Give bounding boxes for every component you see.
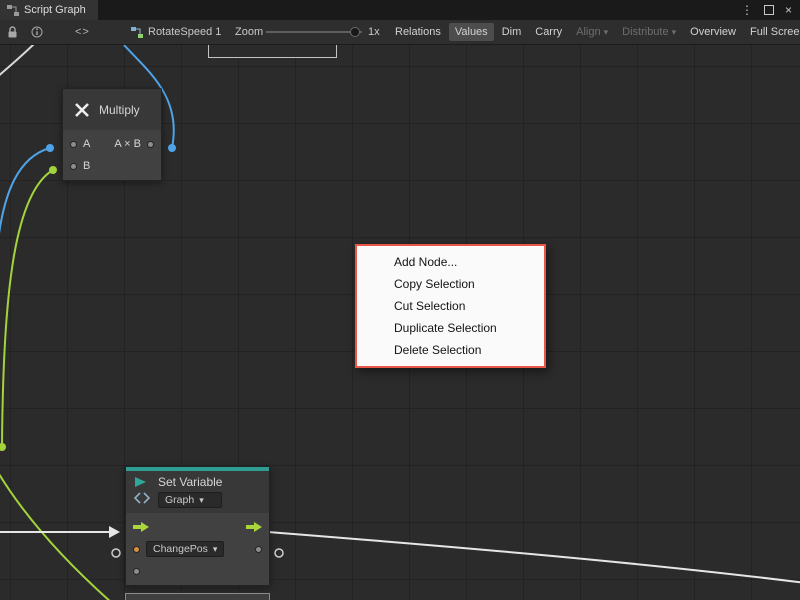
values-button[interactable]: Values: [449, 23, 494, 41]
info-icon[interactable]: [31, 26, 43, 38]
relations-button[interactable]: Relations: [389, 23, 447, 41]
multiply-node-body: A A × B B: [63, 130, 161, 180]
window-close-icon[interactable]: ×: [785, 3, 792, 17]
script-graph-window: Script Graph ⋮ × <>: [0, 0, 800, 600]
wire-white-flow-out[interactable]: [268, 532, 800, 583]
multiply-node-header[interactable]: Multiply: [63, 89, 161, 130]
multiply-icon: [72, 100, 92, 120]
zoom-slider-track[interactable]: [266, 31, 362, 33]
value-input-port[interactable]: [133, 568, 140, 575]
overview-button[interactable]: Overview: [684, 23, 742, 41]
zoom-label: Zoom: [235, 26, 263, 38]
window-controls: ⋮ ×: [741, 0, 800, 20]
carry-button[interactable]: Carry: [529, 23, 568, 41]
flow-port-row: [126, 516, 269, 538]
wire-endpoint-green[interactable]: [0, 443, 6, 451]
menu-item-delete-selection[interactable]: Delete Selection: [357, 339, 544, 361]
chevron-down-icon: ▾: [604, 27, 609, 38]
port-a-label: A: [83, 138, 90, 150]
wire-endpoint-green[interactable]: [49, 166, 57, 174]
graph-toolbar: <> RotateSpeed 1 Zoom 1x Relations Value…: [0, 20, 800, 45]
menu-item-copy-selection[interactable]: Copy Selection: [357, 273, 544, 295]
menu-item-cut-selection[interactable]: Cut Selection: [357, 295, 544, 317]
port-row-b: B: [63, 155, 161, 177]
set-variable-node[interactable]: Set Variable Graph ▾: [125, 466, 270, 586]
port-row-a: A A × B: [63, 133, 161, 155]
wire-endpoint-blue[interactable]: [168, 144, 176, 152]
variable-input-port[interactable]: [133, 546, 140, 553]
port-b-label: B: [83, 160, 90, 172]
multiply-node-title: Multiply: [99, 103, 140, 117]
chevron-down-icon: ▾: [199, 495, 204, 506]
graph-reference-label: RotateSpeed 1: [148, 26, 221, 38]
menu-item-duplicate-selection[interactable]: Duplicate Selection: [357, 317, 544, 339]
set-variable-header[interactable]: Set Variable Graph ▾: [126, 471, 269, 513]
context-menu: Add Node... Copy Selection Cut Selection…: [355, 244, 546, 368]
zoom-slider-knob[interactable]: [350, 27, 360, 37]
chevron-down-icon: ▾: [672, 27, 677, 38]
node-section-cutoff[interactable]: [125, 593, 270, 600]
toolbar-buttons: Relations Values Dim Carry Align ▾ Distr…: [389, 23, 800, 41]
graph-reference[interactable]: RotateSpeed 1: [131, 26, 221, 38]
lock-icon[interactable]: [7, 26, 18, 39]
port-ring-left[interactable]: [112, 549, 120, 557]
script-graph-asset-icon: [131, 27, 143, 38]
variable-scope-dropdown[interactable]: Graph ▾: [158, 492, 222, 508]
port-ring-right[interactable]: [275, 549, 283, 557]
flow-input-port[interactable]: [133, 522, 149, 532]
set-variable-title: Set Variable: [158, 475, 222, 489]
graph-icon: [7, 5, 19, 16]
set-variable-icon: [133, 475, 151, 505]
selected-node-cutoff[interactable]: [208, 45, 337, 58]
window-maximize-icon[interactable]: [764, 5, 774, 15]
value-port-row: [126, 560, 269, 582]
flow-arrowhead[interactable]: [109, 526, 120, 538]
zoom-value: 1x: [368, 26, 380, 38]
distribute-button[interactable]: Distribute ▾: [616, 23, 682, 41]
wire-blue-left[interactable]: [0, 148, 50, 241]
dim-button[interactable]: Dim: [496, 23, 528, 41]
menu-item-add-node[interactable]: Add Node...: [357, 251, 544, 273]
variable-name-dropdown[interactable]: ChangePos ▾: [146, 541, 224, 557]
multiply-node[interactable]: Multiply A A × B B: [62, 88, 162, 181]
variable-output-port[interactable]: [255, 546, 262, 553]
window-menu-icon[interactable]: ⋮: [741, 3, 753, 17]
tab-script-graph[interactable]: Script Graph: [0, 0, 98, 20]
tab-bar: Script Graph ⋮ ×: [0, 0, 800, 20]
wire-endpoint-blue[interactable]: [46, 144, 54, 152]
input-port-a[interactable]: [70, 141, 77, 148]
wire-green-left[interactable]: [2, 170, 53, 447]
chevron-down-icon: ▾: [213, 544, 218, 555]
wire-green-bottom[interactable]: [0, 469, 112, 600]
code-view-icon[interactable]: <>: [75, 26, 90, 38]
output-port[interactable]: [147, 141, 154, 148]
align-button[interactable]: Align ▾: [570, 23, 614, 41]
port-out-label: A × B: [114, 138, 141, 150]
graph-canvas[interactable]: Multiply A A × B B: [0, 45, 800, 600]
flow-output-port[interactable]: [246, 522, 262, 532]
set-variable-body: ChangePos ▾: [126, 513, 269, 585]
input-port-b[interactable]: [70, 163, 77, 170]
wire-white-topleft[interactable]: [0, 45, 36, 78]
zoom-slider[interactable]: [266, 31, 362, 33]
full-screen-button[interactable]: Full Screen: [744, 23, 800, 41]
variable-port-row: ChangePos ▾: [126, 538, 269, 560]
tab-title: Script Graph: [24, 4, 86, 16]
